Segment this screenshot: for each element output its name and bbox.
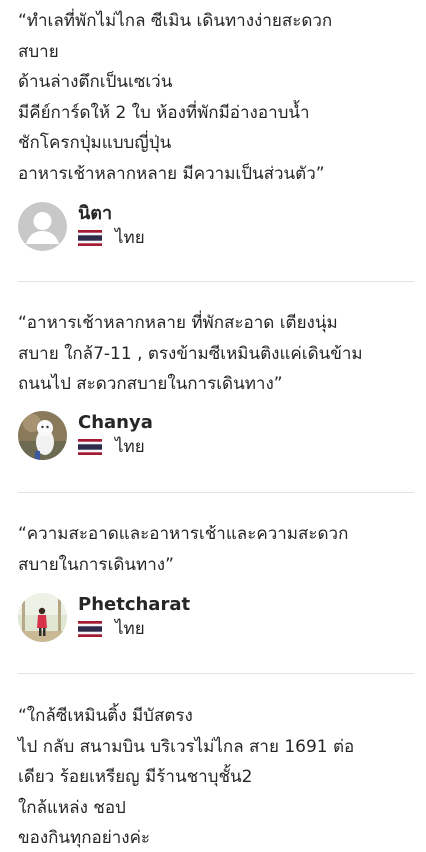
- review-text: “อาหารเช้าหลากหลาย ที่พักสะอาด เตียงนุ่ม…: [18, 313, 363, 394]
- reviewer-info: Phetcharat ไทย: [18, 593, 414, 643]
- reviewer-info: Chanya ไทย: [18, 411, 414, 461]
- review-card: “ทำเลที่พักไม่ไกล ซีเมิน เดินทางง่ายสะดว…: [18, 6, 414, 251]
- reviewer-photo-avatar: [18, 593, 67, 642]
- review-text: “ใกล้ซีเหมินติ้ง มีบัสตรง ไป กลับ สนามบิ…: [18, 706, 355, 848]
- divider: [18, 673, 414, 674]
- thailand-flag-icon: [78, 621, 102, 637]
- review-feed: “ทำเลที่พักไม่ไกล ซีเมิน เดินทางง่ายสะดว…: [0, 0, 426, 852]
- reviewer-country: ไทย: [78, 435, 145, 459]
- reviewer-name: นิตา: [78, 203, 113, 224]
- review-card: “ใกล้ซีเหมินติ้ง มีบัสตรง ไป กลับ สนามบิ…: [18, 701, 414, 852]
- reviewer-country: ไทย: [78, 226, 145, 250]
- reviewer-name: Phetcharat: [78, 594, 191, 615]
- review-text: “ความสะอาดและอาหารเช้าและความสะดวก สบายใ…: [18, 524, 349, 575]
- review-card: “ความสะอาดและอาหารเช้าและความสะดวก สบายใ…: [18, 519, 414, 642]
- default-person-icon: [18, 202, 67, 251]
- divider: [18, 281, 414, 282]
- country-label: ไทย: [115, 228, 145, 248]
- country-label: ไทย: [115, 619, 145, 639]
- reviewer-country: ไทย: [78, 617, 145, 641]
- review-text: “ทำเลที่พักไม่ไกล ซีเมิน เดินทางง่ายสะดว…: [18, 11, 333, 184]
- divider: [18, 492, 414, 493]
- reviewer-name: Chanya: [78, 412, 153, 433]
- country-label: ไทย: [115, 437, 145, 457]
- thailand-flag-icon: [78, 439, 102, 455]
- reviewer-info: นิตา ไทย: [18, 202, 414, 252]
- reviewer-photo-avatar: [18, 411, 67, 460]
- review-card: “อาหารเช้าหลากหลาย ที่พักสะอาด เตียงนุ่ม…: [18, 308, 414, 460]
- thailand-flag-icon: [78, 230, 102, 246]
